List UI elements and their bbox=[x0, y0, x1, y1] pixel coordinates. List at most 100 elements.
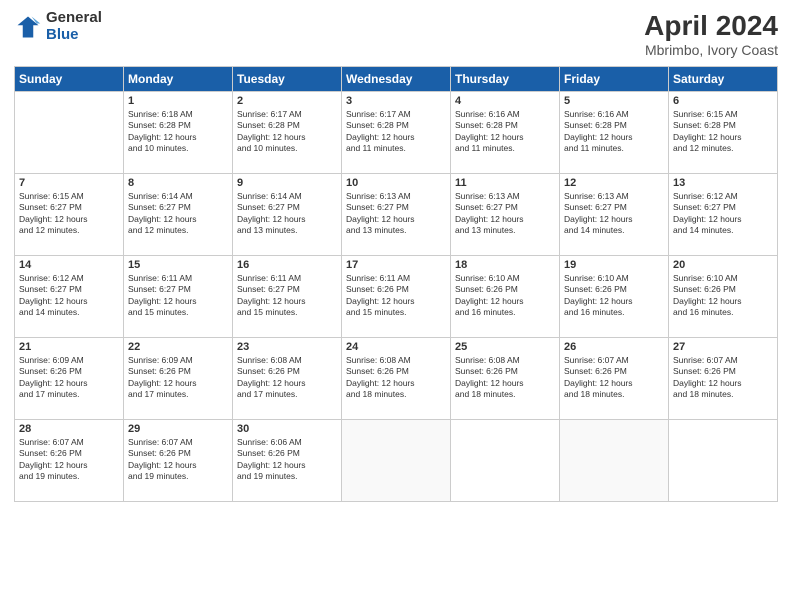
calendar-cell: 7 Sunrise: 6:15 AMSunset: 6:27 PMDaylight… bbox=[15, 174, 124, 256]
page-header: General Blue April 2024 Mbrimbo, Ivory C… bbox=[14, 10, 778, 58]
day-number: 24 bbox=[346, 341, 446, 353]
col-wednesday: Wednesday bbox=[342, 67, 451, 92]
col-sunday: Sunday bbox=[15, 67, 124, 92]
calendar-cell: 3 Sunrise: 6:17 AMSunset: 6:28 PMDaylight… bbox=[342, 92, 451, 174]
calendar-cell: 23Sunrise: 6:08 AMSunset: 6:26 PMDayligh… bbox=[233, 338, 342, 420]
day-info: Sunrise: 6:13 AMSunset: 6:27 PMDaylight:… bbox=[455, 191, 555, 237]
calendar-cell bbox=[451, 420, 560, 502]
day-info: Sunrise: 6:10 AMSunset: 6:26 PMDaylight:… bbox=[455, 273, 555, 319]
day-number: 17 bbox=[346, 259, 446, 271]
day-number: 20 bbox=[673, 259, 773, 271]
calendar-table: Sunday Monday Tuesday Wednesday Thursday… bbox=[14, 66, 778, 502]
logo: General Blue bbox=[14, 10, 102, 43]
calendar-week-row: 1Sunrise: 6:18 AMSunset: 6:28 PMDaylight… bbox=[15, 92, 778, 174]
day-info: Sunrise: 6:07 AMSunset: 6:26 PMDaylight:… bbox=[128, 437, 228, 483]
day-info: Sunrise: 6:15 AMSunset: 6:27 PMDaylight:… bbox=[19, 191, 119, 237]
day-info: Sunrise: 6:17 AMSunset: 6:28 PMDaylight:… bbox=[237, 109, 337, 155]
calendar-cell: 25 Sunrise: 6:08 AMSunset: 6:26 PMDayligh… bbox=[451, 338, 560, 420]
calendar-cell: 30 Sunrise: 6:06 AMSunset: 6:26 PMDayligh… bbox=[233, 420, 342, 502]
day-info: Sunrise: 6:16 AMSunset: 6:28 PMDaylight:… bbox=[564, 109, 664, 155]
calendar-cell: 12 Sunrise: 6:13 AMSunset: 6:27 PMDayligh… bbox=[560, 174, 669, 256]
calendar-cell: 14Sunrise: 6:12 AMSunset: 6:27 PMDayligh… bbox=[15, 256, 124, 338]
day-number: 28 bbox=[19, 423, 119, 435]
calendar-week-row: 28 Sunrise: 6:07 AMSunset: 6:26 PMDayligh… bbox=[15, 420, 778, 502]
calendar-cell: 9 Sunrise: 6:14 AMSunset: 6:27 PMDaylight… bbox=[233, 174, 342, 256]
calendar-cell: 21Sunrise: 6:09 AMSunset: 6:26 PMDayligh… bbox=[15, 338, 124, 420]
page-subtitle: Mbrimbo, Ivory Coast bbox=[644, 42, 778, 58]
calendar-cell: 20 Sunrise: 6:10 AMSunset: 6:26 PMDayligh… bbox=[669, 256, 778, 338]
day-number: 18 bbox=[455, 259, 555, 271]
day-info: Sunrise: 6:12 AMSunset: 6:27 PMDaylight:… bbox=[673, 191, 773, 237]
logo-blue-text: Blue bbox=[46, 27, 102, 44]
col-saturday: Saturday bbox=[669, 67, 778, 92]
day-number: 9 bbox=[237, 177, 337, 189]
calendar-cell: 17 Sunrise: 6:11 AMSunset: 6:26 PMDayligh… bbox=[342, 256, 451, 338]
day-number: 8 bbox=[128, 177, 228, 189]
day-info: Sunrise: 6:08 AMSunset: 6:26 PMDaylight:… bbox=[237, 355, 337, 401]
day-number: 15 bbox=[128, 259, 228, 271]
day-info: Sunrise: 6:07 AMSunset: 6:26 PMDaylight:… bbox=[673, 355, 773, 401]
calendar-cell: 18 Sunrise: 6:10 AMSunset: 6:26 PMDayligh… bbox=[451, 256, 560, 338]
day-info: Sunrise: 6:10 AMSunset: 6:26 PMDaylight:… bbox=[673, 273, 773, 319]
calendar-cell: 24 Sunrise: 6:08 AMSunset: 6:26 PMDayligh… bbox=[342, 338, 451, 420]
day-number: 16 bbox=[237, 259, 337, 271]
day-number: 30 bbox=[237, 423, 337, 435]
day-info: Sunrise: 6:17 AMSunset: 6:28 PMDaylight:… bbox=[346, 109, 446, 155]
calendar-cell: 6 Sunrise: 6:15 AMSunset: 6:28 PMDaylight… bbox=[669, 92, 778, 174]
calendar-cell: 15 Sunrise: 6:11 AMSunset: 6:27 PMDayligh… bbox=[124, 256, 233, 338]
calendar-cell: 1Sunrise: 6:18 AMSunset: 6:28 PMDaylight… bbox=[124, 92, 233, 174]
day-info: Sunrise: 6:06 AMSunset: 6:26 PMDaylight:… bbox=[237, 437, 337, 483]
day-number: 25 bbox=[455, 341, 555, 353]
day-number: 2 bbox=[237, 95, 337, 107]
day-info: Sunrise: 6:15 AMSunset: 6:28 PMDaylight:… bbox=[673, 109, 773, 155]
col-friday: Friday bbox=[560, 67, 669, 92]
day-number: 7 bbox=[19, 177, 119, 189]
calendar-cell: 28 Sunrise: 6:07 AMSunset: 6:26 PMDayligh… bbox=[15, 420, 124, 502]
day-number: 11 bbox=[455, 177, 555, 189]
logo-general-text: General bbox=[46, 10, 102, 27]
day-number: 27 bbox=[673, 341, 773, 353]
day-info: Sunrise: 6:08 AMSunset: 6:26 PMDaylight:… bbox=[346, 355, 446, 401]
calendar-cell bbox=[342, 420, 451, 502]
calendar-cell: 4 Sunrise: 6:16 AMSunset: 6:28 PMDaylight… bbox=[451, 92, 560, 174]
day-info: Sunrise: 6:08 AMSunset: 6:26 PMDaylight:… bbox=[455, 355, 555, 401]
calendar-cell: 11 Sunrise: 6:13 AMSunset: 6:27 PMDayligh… bbox=[451, 174, 560, 256]
day-info: Sunrise: 6:11 AMSunset: 6:27 PMDaylight:… bbox=[128, 273, 228, 319]
day-number: 22 bbox=[128, 341, 228, 353]
day-number: 29 bbox=[128, 423, 228, 435]
logo-icon bbox=[14, 13, 42, 41]
calendar-week-row: 14Sunrise: 6:12 AMSunset: 6:27 PMDayligh… bbox=[15, 256, 778, 338]
day-info: Sunrise: 6:10 AMSunset: 6:26 PMDaylight:… bbox=[564, 273, 664, 319]
calendar-cell: 5 Sunrise: 6:16 AMSunset: 6:28 PMDaylight… bbox=[560, 92, 669, 174]
day-info: Sunrise: 6:11 AMSunset: 6:27 PMDaylight:… bbox=[237, 273, 337, 319]
calendar-cell: 26Sunrise: 6:07 AMSunset: 6:26 PMDayligh… bbox=[560, 338, 669, 420]
day-info: Sunrise: 6:14 AMSunset: 6:27 PMDaylight:… bbox=[237, 191, 337, 237]
calendar-header-row: Sunday Monday Tuesday Wednesday Thursday… bbox=[15, 67, 778, 92]
col-monday: Monday bbox=[124, 67, 233, 92]
calendar-cell bbox=[560, 420, 669, 502]
day-number: 6 bbox=[673, 95, 773, 107]
day-number: 1 bbox=[128, 95, 228, 107]
day-info: Sunrise: 6:11 AMSunset: 6:26 PMDaylight:… bbox=[346, 273, 446, 319]
col-tuesday: Tuesday bbox=[233, 67, 342, 92]
day-number: 21 bbox=[19, 341, 119, 353]
day-info: Sunrise: 6:16 AMSunset: 6:28 PMDaylight:… bbox=[455, 109, 555, 155]
calendar-cell: 13 Sunrise: 6:12 AMSunset: 6:27 PMDayligh… bbox=[669, 174, 778, 256]
day-number: 4 bbox=[455, 95, 555, 107]
calendar-cell: 2 Sunrise: 6:17 AMSunset: 6:28 PMDaylight… bbox=[233, 92, 342, 174]
calendar-cell: 22 Sunrise: 6:09 AMSunset: 6:26 PMDayligh… bbox=[124, 338, 233, 420]
day-info: Sunrise: 6:09 AMSunset: 6:26 PMDaylight:… bbox=[128, 355, 228, 401]
calendar-cell: 27 Sunrise: 6:07 AMSunset: 6:26 PMDayligh… bbox=[669, 338, 778, 420]
day-info: Sunrise: 6:13 AMSunset: 6:27 PMDaylight:… bbox=[346, 191, 446, 237]
day-info: Sunrise: 6:07 AMSunset: 6:26 PMDaylight:… bbox=[19, 437, 119, 483]
calendar-week-row: 21 Sunrise: 6:09 AMSunset: 6:26 PMDayligh… bbox=[15, 338, 778, 420]
day-number: 10 bbox=[346, 177, 446, 189]
day-number: 14 bbox=[19, 259, 119, 271]
day-number: 3 bbox=[346, 95, 446, 107]
day-number: 12 bbox=[564, 177, 664, 189]
day-number: 13 bbox=[673, 177, 773, 189]
calendar-cell: 10 Sunrise: 6:13 AMSunset: 6:27 PMDayligh… bbox=[342, 174, 451, 256]
day-info: Sunrise: 6:13 AMSunset: 6:27 PMDaylight:… bbox=[564, 191, 664, 237]
day-number: 5 bbox=[564, 95, 664, 107]
day-info: Sunrise: 6:07 AMSunset: 6:26 PMDaylight:… bbox=[564, 355, 664, 401]
